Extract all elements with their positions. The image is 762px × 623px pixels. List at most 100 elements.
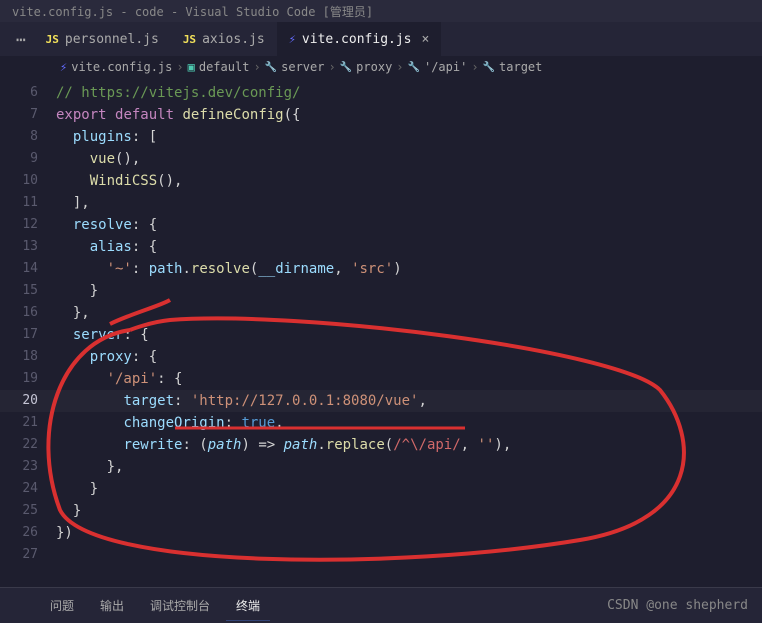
wrench-icon: 🔧 xyxy=(265,62,277,73)
code-content[interactable]: proxy: { xyxy=(56,346,157,368)
code-line[interactable]: 10 WindiCSS(), xyxy=(0,170,762,192)
code-content[interactable]: } xyxy=(56,500,81,522)
wrench-icon: 🔧 xyxy=(340,62,352,73)
code-content[interactable]: rewrite: (path) => path.replace(/^\/api/… xyxy=(56,434,511,456)
line-number: 8 xyxy=(0,126,56,148)
code-line[interactable]: 9 vue(), xyxy=(0,148,762,170)
wrench-icon: 🔧 xyxy=(483,62,495,73)
window-title: vite.config.js - code - Visual Studio Co… xyxy=(12,3,373,20)
code-line[interactable]: 20 target: 'http://127.0.0.1:8080/vue', xyxy=(0,390,762,412)
panel-tab-1[interactable]: 输出 xyxy=(90,591,134,621)
line-number: 23 xyxy=(0,456,56,478)
editor[interactable]: 6// https://vitejs.dev/config/7export de… xyxy=(0,78,762,566)
line-number: 15 xyxy=(0,280,56,302)
chevron-right-icon: › xyxy=(176,60,183,74)
code-content[interactable]: changeOrigin: true, xyxy=(56,412,284,434)
line-number: 20 xyxy=(0,390,56,412)
code-content[interactable]: } xyxy=(56,478,98,500)
code-line[interactable]: 19 '/api': { xyxy=(0,368,762,390)
line-number: 12 xyxy=(0,214,56,236)
breadcrumb-item[interactable]: 🔧 '/api' xyxy=(408,60,468,74)
module-icon: ▣ xyxy=(188,60,195,74)
code-line[interactable]: 8 plugins: [ xyxy=(0,126,762,148)
code-line[interactable]: 13 alias: { xyxy=(0,236,762,258)
code-line[interactable]: 11 ], xyxy=(0,192,762,214)
tab-personnel.js[interactable]: JSpersonnel.js xyxy=(34,22,171,56)
code-line[interactable]: 25 } xyxy=(0,500,762,522)
code-content[interactable]: } xyxy=(56,280,98,302)
line-number: 10 xyxy=(0,170,56,192)
code-line[interactable]: 23 }, xyxy=(0,456,762,478)
line-number: 7 xyxy=(0,104,56,126)
code-line[interactable]: 17 server: { xyxy=(0,324,762,346)
code-content[interactable]: }, xyxy=(56,456,123,478)
breadcrumb-label: '/api' xyxy=(424,60,467,74)
code-content[interactable]: ], xyxy=(56,192,90,214)
line-number: 21 xyxy=(0,412,56,434)
code-line[interactable]: 16 }, xyxy=(0,302,762,324)
line-number: 27 xyxy=(0,544,56,566)
code-line[interactable]: 24 } xyxy=(0,478,762,500)
code-line[interactable]: 18 proxy: { xyxy=(0,346,762,368)
code-content[interactable]: export default defineConfig({ xyxy=(56,104,300,126)
code-content[interactable]: server: { xyxy=(56,324,149,346)
code-line[interactable]: 26}) xyxy=(0,522,762,544)
line-number: 6 xyxy=(0,82,56,104)
code-line[interactable]: 21 changeOrigin: true, xyxy=(0,412,762,434)
close-icon[interactable]: × xyxy=(422,32,430,47)
line-number: 14 xyxy=(0,258,56,280)
breadcrumb-label: default xyxy=(199,60,250,74)
js-icon: JS xyxy=(46,33,59,46)
breadcrumb-item[interactable]: 🔧server xyxy=(265,60,325,74)
code-content[interactable]: // https://vitejs.dev/config/ xyxy=(56,82,300,104)
code-content[interactable]: target: 'http://127.0.0.1:8080/vue', xyxy=(56,390,427,412)
code-content[interactable]: plugins: [ xyxy=(56,126,157,148)
wrench-icon: 🔧 xyxy=(408,62,420,73)
code-content[interactable]: vue(), xyxy=(56,148,140,170)
code-content[interactable]: WindiCSS(), xyxy=(56,170,182,192)
code-content[interactable]: '/api': { xyxy=(56,368,182,390)
code-line[interactable]: 27 xyxy=(0,544,762,566)
breadcrumb-item[interactable]: 🔧proxy xyxy=(340,60,393,74)
line-number: 16 xyxy=(0,302,56,324)
breadcrumb-item[interactable]: 🔧 target xyxy=(483,60,543,74)
breadcrumb-label: target xyxy=(499,60,542,74)
bottom-panel: 问题输出调试控制台终端 CSDN @one shepherd xyxy=(0,587,762,623)
code-content[interactable]: '~': path.resolve(__dirname, 'src') xyxy=(56,258,402,280)
menu-icon[interactable]: ⋯ xyxy=(8,30,34,49)
breadcrumb-item[interactable]: ⚡ vite.config.js xyxy=(60,60,172,74)
breadcrumb-label: vite.config.js xyxy=(71,60,172,74)
code-content[interactable]: }) xyxy=(56,522,73,544)
watermark: CSDN @one shepherd xyxy=(607,598,748,613)
line-number: 19 xyxy=(0,368,56,390)
code-line[interactable]: 12 resolve: { xyxy=(0,214,762,236)
line-number: 11 xyxy=(0,192,56,214)
code-content[interactable]: }, xyxy=(56,302,90,324)
title-bar: vite.config.js - code - Visual Studio Co… xyxy=(0,0,762,22)
tab-vite.config.js[interactable]: ⚡vite.config.js× xyxy=(277,22,442,56)
panel-tab-2[interactable]: 调试控制台 xyxy=(140,591,220,621)
code-content[interactable]: resolve: { xyxy=(56,214,157,236)
line-number: 26 xyxy=(0,522,56,544)
breadcrumbs: ⚡vite.config.js›▣default›🔧server›🔧proxy›… xyxy=(0,56,762,78)
js-icon: JS xyxy=(183,33,196,46)
code-line[interactable]: 15 } xyxy=(0,280,762,302)
line-number: 9 xyxy=(0,148,56,170)
panel-tab-3[interactable]: 终端 xyxy=(226,591,270,621)
panel-tab-0[interactable]: 问题 xyxy=(40,591,84,621)
vite-icon: ⚡ xyxy=(60,60,67,74)
panel-tabs: 问题输出调试控制台终端 xyxy=(0,591,270,621)
code-content[interactable]: alias: { xyxy=(56,236,157,258)
tab-bar: ⋯ JSpersonnel.jsJSaxios.js⚡vite.config.j… xyxy=(0,22,762,56)
breadcrumb-item[interactable]: ▣ default xyxy=(188,60,250,74)
tab-axios.js[interactable]: JS axios.js xyxy=(171,22,277,56)
code-line[interactable]: 14 '~': path.resolve(__dirname, 'src') xyxy=(0,258,762,280)
code-line[interactable]: 22 rewrite: (path) => path.replace(/^\/a… xyxy=(0,434,762,456)
line-number: 22 xyxy=(0,434,56,456)
code-line[interactable]: 6// https://vitejs.dev/config/ xyxy=(0,82,762,104)
line-number: 25 xyxy=(0,500,56,522)
tab-label: axios.js xyxy=(202,32,265,47)
code-line[interactable]: 7export default defineConfig({ xyxy=(0,104,762,126)
chevron-right-icon: › xyxy=(471,60,478,74)
line-number: 24 xyxy=(0,478,56,500)
